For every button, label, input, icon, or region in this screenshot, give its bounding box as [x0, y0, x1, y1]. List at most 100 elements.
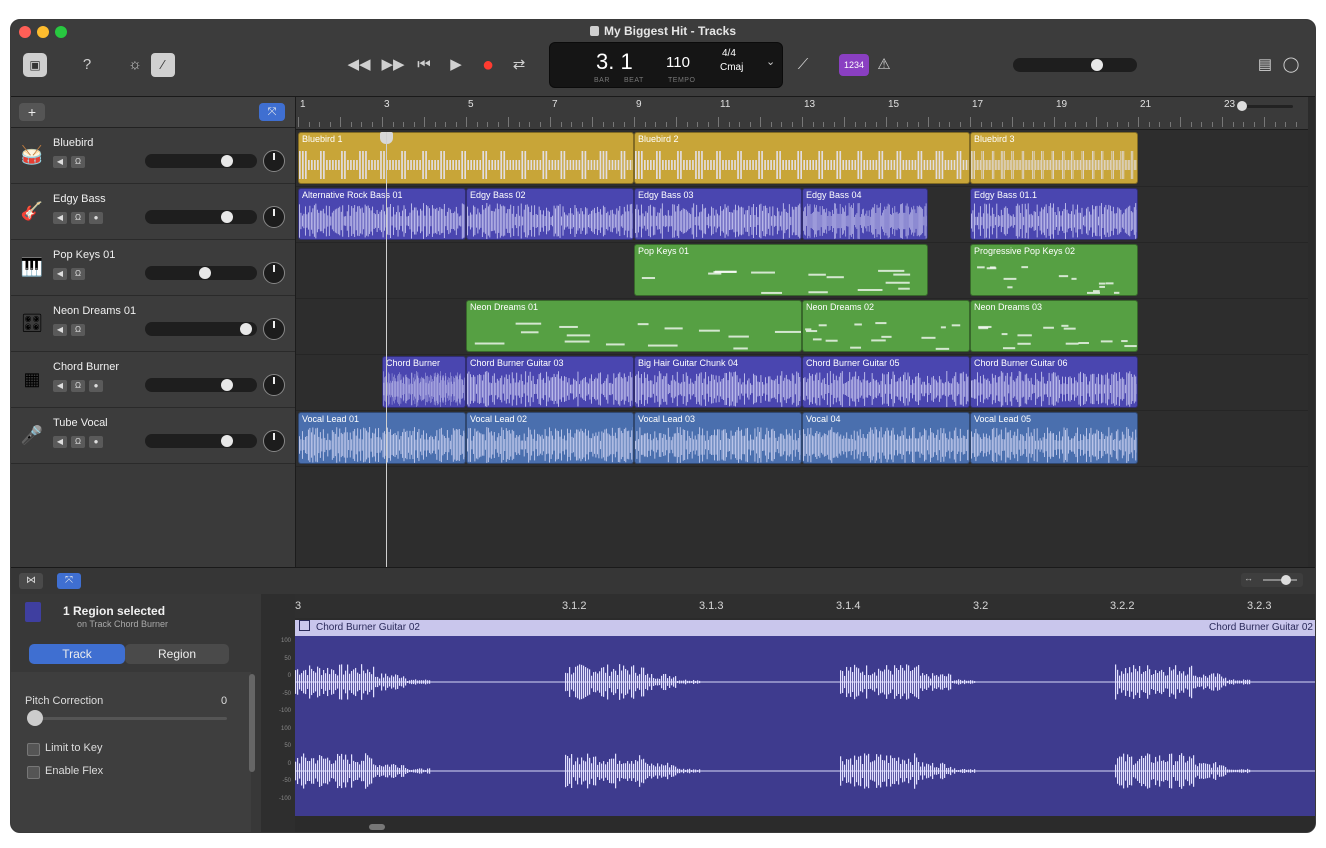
track-lane[interactable]: Pop Keys 01 Progressive Pop Keys 02	[296, 242, 1308, 299]
zoom-slider-knob[interactable]	[1237, 101, 1247, 111]
pan-knob[interactable]	[263, 374, 285, 396]
region[interactable]: Neon Dreams 03	[970, 300, 1138, 352]
enable-flex-checkbox[interactable]	[27, 766, 40, 779]
headphones-icon[interactable]: Ω	[71, 156, 85, 168]
track-header[interactable]: ▦ Chord Burner ◀ Ω ●	[11, 352, 295, 408]
region[interactable]: Big Hair Guitar Chunk 04	[634, 356, 802, 408]
track-header[interactable]: 🥁 Bluebird ◀ Ω	[11, 128, 295, 184]
region[interactable]: Chord Burner Guitar 06	[970, 356, 1138, 408]
region[interactable]: Edgy Bass 02	[466, 188, 634, 240]
notepad-icon[interactable]: ▤	[1255, 53, 1275, 77]
track-volume-slider[interactable]	[145, 210, 257, 224]
waveform-editor[interactable]: 33.1.23.1.33.1.43.23.2.23.2.33.2.4 Chord…	[279, 594, 1315, 832]
region[interactable]: Alternative Rock Bass 01	[298, 188, 466, 240]
track-volume-slider[interactable]	[145, 266, 257, 280]
track-header[interactable]: 🎹 Pop Keys 01 ◀ Ω	[11, 240, 295, 296]
region[interactable]: Pop Keys 01	[634, 244, 928, 296]
track-lane[interactable]: Chord Burner Chord Burner Guitar 03 Big …	[296, 354, 1308, 411]
track-volume-knob[interactable]	[240, 323, 253, 335]
playhead[interactable]	[386, 132, 387, 569]
mute-icon[interactable]: ◀	[53, 212, 67, 224]
record-enable-icon[interactable]: ●	[89, 436, 103, 448]
mute-icon[interactable]: ◀	[53, 436, 67, 448]
help-button[interactable]: ?	[77, 53, 97, 77]
editors-button[interactable]: ∕	[151, 53, 175, 77]
track-volume-slider[interactable]	[145, 322, 257, 336]
mute-icon[interactable]: ◀	[53, 324, 67, 336]
lcd-dropdown-chevron-icon[interactable]: ⌄	[766, 55, 775, 68]
mute-icon[interactable]: ◀	[53, 156, 67, 168]
editor-zoom-slider[interactable]: ↔	[1241, 573, 1303, 587]
region[interactable]: Bluebird 1	[298, 132, 634, 184]
track-lane[interactable]: Bluebird 1 Bluebird 2 Bluebird 3	[296, 130, 1308, 187]
headphones-icon[interactable]: Ω	[71, 268, 85, 280]
tab-track[interactable]: Track	[29, 644, 125, 664]
region[interactable]: Neon Dreams 01	[466, 300, 802, 352]
region[interactable]: Vocal 04	[802, 412, 970, 464]
track-volume-knob[interactable]	[198, 267, 211, 279]
record-enable-icon[interactable]: ●	[89, 212, 103, 224]
count-in-button[interactable]: 1234	[839, 54, 869, 76]
region-header[interactable]: Chord Burner Guitar 02 Chord Burner Guit…	[295, 620, 1315, 636]
headphones-icon[interactable]: Ω	[71, 212, 85, 224]
pan-knob[interactable]	[263, 206, 285, 228]
region[interactable]: Edgy Bass 03	[634, 188, 802, 240]
rewind-button[interactable]: ◀◀	[345, 53, 373, 77]
pan-knob[interactable]	[263, 318, 285, 340]
region[interactable]: Chord Burner Guitar 05	[802, 356, 970, 408]
region[interactable]: Bluebird 3	[970, 132, 1138, 184]
smart-controls-button[interactable]: ☼	[123, 53, 147, 77]
tracks-area[interactable]: 1 3 5 7 9 11 13 15 17 19 21 23 Bluebird 1 Bluebird …	[295, 97, 1308, 571]
region[interactable]: Edgy Bass 01.1	[970, 188, 1138, 240]
track-lane[interactable]: Alternative Rock Bass 01 Edgy Bass 02 Ed…	[296, 186, 1308, 243]
headphones-icon[interactable]: Ω	[71, 324, 85, 336]
region[interactable]: Neon Dreams 02	[802, 300, 970, 352]
mute-icon[interactable]: ◀	[53, 380, 67, 392]
master-volume-slider[interactable]	[1013, 58, 1137, 72]
timeline-ruler[interactable]: 1 3 5 7 9 11 13 15 17 19 21 23	[296, 97, 1308, 130]
region[interactable]: Vocal Lead 02	[466, 412, 634, 464]
region[interactable]: Progressive Pop Keys 02	[970, 244, 1138, 296]
limit-to-key-checkbox[interactable]	[27, 743, 40, 756]
region[interactable]: Vocal Lead 01	[298, 412, 466, 464]
pan-knob[interactable]	[263, 150, 285, 172]
region[interactable]: Vocal Lead 03	[634, 412, 802, 464]
track-volume-knob[interactable]	[221, 211, 234, 223]
track-volume-slider[interactable]	[145, 154, 257, 168]
region[interactable]: Chord Burner	[382, 356, 466, 408]
smart-tempo-icon[interactable]: ⤧	[259, 103, 285, 121]
track-volume-slider[interactable]	[145, 434, 257, 448]
zoom-slider[interactable]	[1233, 100, 1293, 112]
headphones-icon[interactable]: Ω	[71, 380, 85, 392]
add-track-button[interactable]: +	[19, 103, 45, 121]
pan-knob[interactable]	[263, 430, 285, 452]
pitch-correction-knob[interactable]	[27, 710, 43, 726]
record-enable-icon[interactable]: ●	[89, 380, 103, 392]
play-button[interactable]: ▶	[445, 53, 467, 77]
track-volume-slider[interactable]	[145, 378, 257, 392]
selected-region[interactable]: Chord Burner Guitar 02 Chord Burner Guit…	[295, 620, 1315, 816]
editor-ruler[interactable]: 33.1.23.1.33.1.43.23.2.23.2.33.2.4	[295, 594, 1315, 618]
region[interactable]: Edgy Bass 04	[802, 188, 928, 240]
fast-forward-button[interactable]: ▶▶	[379, 53, 407, 77]
tuner-icon[interactable]: ⟋	[791, 53, 815, 77]
mute-icon[interactable]: ◀	[53, 268, 67, 280]
lcd-display[interactable]: 3. 1 BAR BEAT 110 TEMPO 4/4 Cmaj ⌄	[549, 42, 783, 88]
inspector-scrollbar[interactable]	[249, 674, 255, 772]
track-volume-knob[interactable]	[221, 435, 234, 447]
catch-icon[interactable]: ⤧	[57, 573, 81, 589]
cycle-button[interactable]: ⇄	[507, 53, 531, 77]
track-header[interactable]: 🎛 Neon Dreams 01 ◀ Ω	[11, 296, 295, 352]
pitch-correction-slider[interactable]	[27, 717, 227, 720]
editor-scroll-thumb[interactable]	[369, 824, 385, 830]
headphones-icon[interactable]: Ω	[71, 436, 85, 448]
go-to-beginning-button[interactable]: ⏮	[413, 53, 435, 77]
region[interactable]: Chord Burner Guitar 03	[466, 356, 634, 408]
library-button[interactable]: ▣	[23, 53, 47, 77]
metronome-icon[interactable]: ⚠	[873, 53, 895, 77]
pan-knob[interactable]	[263, 262, 285, 284]
region[interactable]: Vocal Lead 05	[970, 412, 1138, 464]
region[interactable]: Bluebird 2	[634, 132, 970, 184]
track-lane[interactable]: Neon Dreams 01 Neon Dreams 02 Neon Dream…	[296, 298, 1308, 355]
track-header[interactable]: 🎸 Edgy Bass ◀ Ω ●	[11, 184, 295, 240]
